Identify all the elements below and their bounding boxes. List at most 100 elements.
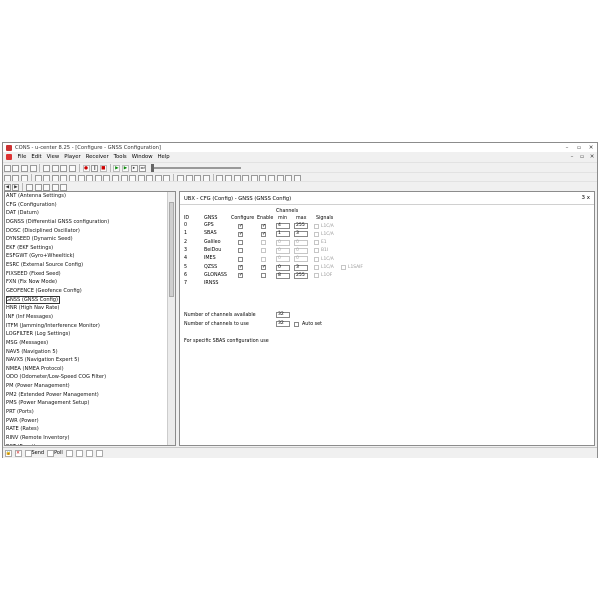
print-icon[interactable] [29, 164, 37, 172]
min-channels-field[interactable]: 0 [276, 256, 290, 263]
cut-icon[interactable] [60, 164, 68, 172]
signal-checkbox[interactable] [341, 265, 346, 270]
measure-icon[interactable] [51, 183, 59, 191]
channels-to-use-field[interactable]: 32 [276, 321, 290, 327]
enable-checkbox[interactable]: ✓ [261, 231, 266, 237]
config-item[interactable]: ITFM (Jamming/Interference Monitor) [6, 322, 175, 331]
auto-set-checkbox[interactable] [294, 322, 299, 327]
end-icon[interactable]: ⏭ [139, 164, 147, 172]
poll-button[interactable]: Poll [47, 449, 63, 457]
stop-icon[interactable]: ■ [99, 164, 107, 172]
config-item[interactable]: ODO (Odometer/Low-Speed COG Filter) [6, 373, 175, 382]
config-scrollbar[interactable] [167, 192, 175, 445]
menu-view[interactable]: View [44, 154, 62, 160]
enable-checkbox[interactable]: ✓ [261, 223, 266, 229]
mdi-minimize-button[interactable]: – [567, 154, 577, 160]
back-icon[interactable]: ◀ [3, 183, 11, 191]
enable-checkbox[interactable] [261, 273, 266, 279]
max-channels-field[interactable]: 0 [294, 239, 308, 246]
max-channels-field[interactable]: 3 [294, 231, 308, 238]
config-item[interactable]: DAT (Datum) [6, 209, 175, 218]
max-channels-field[interactable]: 0 [294, 256, 308, 263]
config-item[interactable]: PM (Power Management) [6, 382, 175, 391]
step-icon[interactable]: ▸ [130, 164, 138, 172]
config-item[interactable]: MSG (Messages) [6, 339, 175, 348]
configure-checkbox[interactable] [238, 240, 243, 246]
configure-checkbox[interactable]: ✓ [238, 273, 243, 279]
enable-checkbox[interactable] [261, 240, 266, 246]
min-channels-field[interactable]: 1 [276, 231, 290, 238]
max-channels-field[interactable]: 255 [294, 223, 308, 229]
config-item[interactable]: NAVX5 (Navigation Expert 5) [6, 356, 175, 365]
magnify-icon[interactable] [25, 183, 33, 191]
export-icon[interactable] [95, 449, 103, 457]
max-channels-field[interactable]: 255 [294, 272, 308, 279]
paste-config-icon[interactable] [85, 449, 93, 457]
config-item[interactable]: ESRC (External Source Config) [6, 261, 175, 270]
save-icon[interactable] [12, 164, 20, 172]
minimize-button[interactable]: – [561, 145, 573, 151]
cancel-icon[interactable]: ✕ [14, 449, 22, 457]
enable-checkbox[interactable]: ✓ [261, 265, 266, 270]
menu-player[interactable]: Player [62, 154, 83, 160]
menu-edit[interactable]: Edit [29, 154, 44, 160]
max-channels-field[interactable]: 3 [294, 264, 308, 271]
pause-icon[interactable]: ‖ [91, 164, 99, 172]
config-item[interactable]: FIXSEED (Fixed Seed) [6, 270, 175, 279]
fast-forward-icon[interactable]: ▶ [121, 164, 129, 172]
config-item[interactable]: GEOFENCE (Geofence Config) [6, 287, 175, 296]
copy-config-icon[interactable] [75, 449, 83, 457]
copy-icon[interactable] [43, 164, 51, 172]
channels-available-field[interactable]: 32 [276, 312, 290, 318]
min-channels-field[interactable]: 4 [276, 223, 290, 229]
min-channels-field[interactable]: 0 [276, 264, 290, 271]
scroll-thumb[interactable] [169, 202, 174, 297]
properties-icon[interactable] [68, 164, 76, 172]
config-item[interactable]: GNSS (GNSS Config) [6, 295, 61, 305]
signal-checkbox[interactable] [314, 240, 319, 246]
menu-help[interactable]: Help [155, 154, 172, 160]
config-item[interactable]: INF (Inf Messages) [6, 313, 175, 322]
configure-checkbox[interactable] [238, 248, 243, 254]
config-item[interactable]: ESFGWT (Gyro+Wheeltick) [6, 252, 175, 261]
refresh-icon[interactable] [65, 449, 73, 457]
menu-receiver[interactable]: Receiver [83, 154, 111, 160]
config-item[interactable]: PMS (Power Management Setup) [6, 399, 175, 408]
mdi-close-button[interactable]: ✕ [587, 154, 597, 160]
mdi-maximize-button[interactable]: ▫ [577, 154, 587, 160]
enable-checkbox[interactable] [261, 256, 266, 262]
config-item[interactable]: RATE (Rates) [6, 425, 175, 434]
config-item[interactable]: NAV5 (Navigation 5) [6, 348, 175, 357]
send-button[interactable]: Send [24, 449, 44, 457]
config-item[interactable]: CFG (Configuration) [6, 201, 175, 210]
config-item[interactable]: DOSC (Disciplined Oscillator) [6, 227, 175, 236]
config-item[interactable]: PWR (Power) [6, 417, 175, 426]
forward-icon[interactable]: ▶ [12, 183, 20, 191]
paste-icon[interactable] [51, 164, 59, 172]
signal-checkbox[interactable] [314, 231, 319, 237]
signal-checkbox[interactable] [314, 273, 319, 279]
panel-close-button[interactable]: 3 x [581, 195, 590, 201]
configure-checkbox[interactable]: ✓ [238, 223, 243, 229]
config-item[interactable]: PM2 (Extended Power Management) [6, 391, 175, 400]
config-item[interactable]: ANT (Antenna Settings) [6, 192, 175, 201]
configure-checkbox[interactable] [238, 256, 243, 262]
signal-checkbox[interactable] [314, 256, 319, 262]
config-item[interactable]: DYNSEED (Dynamic Seed) [6, 235, 175, 244]
config-item[interactable]: HNR (High Nav Rate) [6, 304, 175, 313]
config-item[interactable]: RINV (Remote Inventory) [6, 434, 175, 443]
config-item[interactable]: DGNSS (Differential GNSS configuration) [6, 218, 175, 227]
signal-checkbox[interactable] [314, 265, 319, 270]
maximize-button[interactable]: ▫ [573, 145, 585, 151]
lock-icon[interactable]: 🔒 [4, 449, 12, 457]
zoom-out-icon[interactable] [34, 183, 42, 191]
reset-view-icon[interactable] [60, 183, 68, 191]
config-item[interactable]: FXN (Fix Now Mode) [6, 278, 175, 287]
playback-slider[interactable] [150, 164, 241, 172]
pointer-icon[interactable] [43, 183, 51, 191]
signal-checkbox[interactable] [314, 223, 319, 229]
min-channels-field[interactable]: 0 [276, 247, 290, 254]
config-item[interactable]: NMEA (NMEA Protocol) [6, 365, 175, 374]
config-item[interactable]: EKF (EKF Settings) [6, 244, 175, 253]
min-channels-field[interactable]: 0 [276, 239, 290, 246]
